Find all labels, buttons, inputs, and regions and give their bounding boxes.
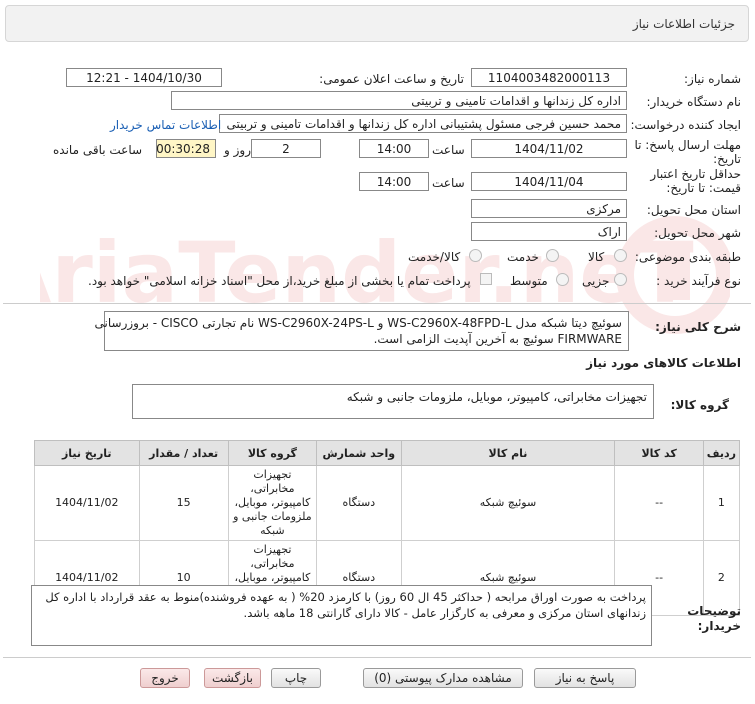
summary-label: شرح کلی نیاز: — [655, 320, 741, 334]
reply-date-field[interactable]: 1404/11/02 — [471, 139, 627, 158]
process-option-minor: جزیی — [582, 274, 610, 288]
col-date: تاریخ نیاز — [34, 440, 140, 466]
remaining-label: ساعت باقی مانده — [53, 143, 143, 157]
process-option-medium: متوسط — [510, 274, 548, 288]
col-unit: واحد شمارش — [316, 440, 402, 466]
cell-qty: 15 — [138, 465, 229, 541]
reply-deadline-label: مهلت ارسال پاسخ: تا — [634, 138, 741, 152]
process-radio-medium[interactable] — [556, 273, 569, 286]
goods-section-title: اطلاعات کالاهای مورد نیاز — [586, 356, 741, 370]
goods-group-label: گروه کالا: — [670, 398, 729, 412]
col-code: کد کالا — [614, 440, 704, 466]
city-label: شهر محل تحویل: — [654, 226, 741, 240]
process-radio-minor[interactable] — [614, 273, 627, 286]
buyer-notes-line-2: زندانهای استان مرکزی و معرفی به کارگزار … — [243, 606, 646, 620]
table-header-row: ردیف کد کالا نام کالا واحد شمارش گروه کا… — [34, 440, 741, 466]
col-group: گروه کالا — [227, 440, 318, 466]
need-number-label: شماره نیاز: — [684, 72, 741, 86]
category-radio-goods[interactable] — [614, 249, 627, 262]
cell-code: -- — [614, 465, 704, 541]
divider — [3, 303, 751, 304]
buyer-notes-label-2: خریدار: — [697, 619, 741, 633]
page-title: جزئیات اطلاعات نیاز — [632, 17, 735, 31]
reply-time-field[interactable]: 14:00 — [359, 139, 429, 158]
validity-date-field[interactable]: 1404/11/04 — [471, 172, 627, 191]
exit-button[interactable]: خروج — [140, 668, 190, 688]
reply-button[interactable]: پاسخ به نیاز — [534, 668, 636, 688]
back-button[interactable]: بازگشت — [204, 668, 261, 688]
remaining-time-field[interactable]: 00:30:28 — [156, 139, 216, 158]
summary-line-1: سوئیچ دیتا شبکه مدل WS-C2960X-48FPD-L و … — [94, 316, 622, 330]
creator-field[interactable]: محمد حسین فرجی مسئول پشتیبانی اداره کل ز… — [219, 114, 627, 133]
process-label: نوع فرآیند خرید : — [656, 274, 741, 288]
buyer-contact-link[interactable]: اطلاعات تماس خریدار — [110, 118, 221, 132]
need-number-field[interactable]: 1104003482000113 — [471, 68, 627, 87]
page: جزئیات اطلاعات نیاز AriaTender.neT شماره… — [0, 0, 755, 704]
cell-date: 1404/11/02 — [34, 465, 140, 541]
summary-field[interactable]: سوئیچ دیتا شبکه مدل WS-C2960X-48FPD-L و … — [94, 311, 629, 351]
cell-name: سوئیچ شبکه — [400, 465, 616, 541]
creator-label: ایجاد کننده درخواست: — [630, 118, 741, 132]
buyer-notes-field[interactable]: پرداخت به صورت اوراق مرابحه ( حداکثر 45 … — [31, 585, 652, 646]
table-row[interactable]: 1 -- سوئیچ شبکه دستگاه تجهیزات مخابراتی،… — [34, 465, 741, 541]
announce-label: تاریخ و ساعت اعلان عمومی: — [319, 72, 464, 86]
cell-index: 1 — [702, 465, 741, 541]
treasury-checkbox[interactable] — [480, 273, 492, 285]
buyer-org-field[interactable]: اداره کل زندانها و اقدامات تامینی و تربی… — [171, 91, 627, 110]
province-label: استان محل تحویل: — [646, 203, 741, 217]
payment-note: پرداخت تمام یا بخشی از مبلغ خرید،از محل … — [88, 274, 471, 288]
category-option-goods: کالا — [588, 250, 605, 264]
validity-label-2: قیمت: تا تاریخ: — [666, 181, 741, 195]
reply-deadline-label-2: تاریخ: — [713, 152, 741, 166]
reply-time-label: ساعت — [432, 143, 465, 157]
buyer-org-label: نام دستگاه خریدار: — [646, 95, 742, 109]
category-option-both: کالا/خدمت — [408, 250, 461, 264]
print-button[interactable]: چاپ — [271, 668, 321, 688]
validity-label: حداقل تاریخ اعتبار — [650, 167, 741, 181]
buyer-notes-label: توضیحات — [687, 604, 741, 618]
summary-line-2: FIRMWARE سوئیچ به آخرین آپدیت الزامی است… — [373, 332, 622, 346]
cell-group: تجهیزات مخابراتی، کامپیوتر، موبایل، ملزو… — [227, 465, 318, 541]
col-qty: تعداد / مقدار — [138, 440, 229, 466]
validity-time-label: ساعت — [432, 176, 465, 190]
days-label: روز و — [224, 143, 251, 157]
footer-divider — [3, 657, 751, 658]
days-field[interactable]: 2 — [251, 139, 321, 158]
category-label: طبقه بندی موضوعی: — [634, 250, 741, 264]
header-bar: جزئیات اطلاعات نیاز — [5, 5, 749, 42]
col-name: نام کالا — [400, 440, 616, 466]
cell-unit: دستگاه — [316, 465, 402, 541]
province-field[interactable]: مرکزی — [471, 199, 627, 218]
category-radio-service[interactable] — [546, 249, 559, 262]
category-radio-both[interactable] — [469, 249, 482, 262]
attachments-button[interactable]: مشاهده مدارک پیوستی (0) — [363, 668, 523, 688]
announce-datetime-field[interactable]: 1404/10/30 - 12:21 — [66, 68, 222, 87]
buyer-notes-line-1: پرداخت به صورت اوراق مرابحه ( حداکثر 45 … — [45, 590, 646, 604]
goods-group-field[interactable]: تجهیزات مخابراتی، کامپیوتر، موبایل، ملزو… — [132, 384, 654, 419]
city-field[interactable]: اراک — [471, 222, 627, 241]
col-index: ردیف — [702, 440, 741, 466]
category-option-service: خدمت — [507, 250, 539, 264]
validity-time-field[interactable]: 14:00 — [359, 172, 429, 191]
